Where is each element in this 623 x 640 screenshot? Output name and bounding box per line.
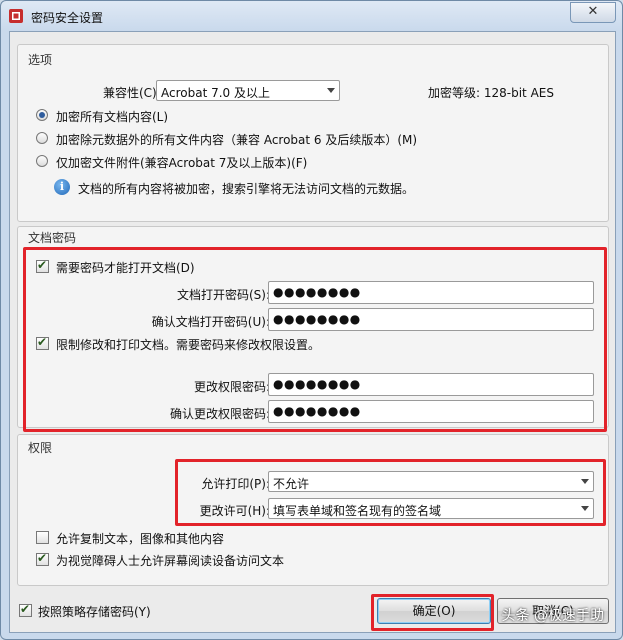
open-password-input[interactable]: ●●●●●●●● (268, 281, 594, 304)
compat-value: Acrobat 7.0 及以上 (161, 86, 270, 100)
radio-encrypt-except-metadata-label[interactable]: 加密除元数据外的所有文件内容（兼容 Acrobat 6 及后续版本）(M) (56, 131, 417, 148)
title-bar[interactable]: 密码安全设置 ✕ (1, 1, 622, 31)
watermark-text: 头条 @极速手助 (501, 608, 604, 624)
info-icon: i (54, 179, 70, 195)
radio-encrypt-all[interactable] (36, 109, 48, 121)
confirm-open-password-value: ●●●●●●●● (273, 312, 361, 326)
info-text: 文档的所有内容将被加密，搜索引擎将无法访问文档的元数据。 (78, 182, 415, 196)
allow-print-label: 允许打印(P): (201, 477, 270, 491)
require-open-password-label[interactable]: 需要密码才能打开文档(D) (56, 259, 195, 276)
confirm-open-password-input[interactable]: ●●●●●●●● (268, 308, 594, 331)
open-password-label: 文档打开密码(S): (176, 288, 270, 302)
radio-encrypt-attachments[interactable] (36, 155, 48, 167)
confirm-perm-password-input[interactable]: ●●●●●●●● (268, 400, 594, 423)
store-password-label[interactable]: 按照策略存储密码(Y) (38, 603, 151, 620)
restrict-edit-label[interactable]: 限制修改和打印文档。需要密码来修改权限设置。 (56, 336, 320, 353)
confirm-open-password-label: 确认文档打开密码(U): (151, 315, 270, 329)
perm-password-input[interactable]: ●●●●●●●● (268, 373, 594, 396)
change-permission-value: 填写表单域和签名现有的签名域 (273, 504, 442, 518)
chevron-down-icon (581, 479, 589, 484)
change-permission-select[interactable]: 填写表单域和签名现有的签名域 (268, 498, 594, 519)
permissions-title: 权限 (28, 441, 53, 455)
allow-copy-label[interactable]: 允许复制文本，图像和其他内容 (56, 530, 224, 547)
dialog-window: 密码安全设置 ✕ 选项 兼容性(C): Acrobat 7.0 及以上 加密等级… (0, 0, 623, 640)
options-title: 选项 (28, 53, 53, 67)
screen-reader-label[interactable]: 为视觉障碍人士允许屏幕阅读设备访问文本 (56, 552, 284, 569)
require-open-password-checkbox[interactable] (36, 258, 49, 273)
open-password-value: ●●●●●●●● (273, 285, 361, 299)
window-title: 密码安全设置 (31, 11, 104, 25)
encrypt-level: 加密等级: 128-bit AES (428, 86, 554, 100)
compat-select[interactable]: Acrobat 7.0 及以上 (156, 80, 340, 101)
confirm-perm-password-label: 确认更改权限密码: (169, 407, 270, 421)
store-password-checkbox[interactable] (19, 602, 32, 617)
perm-password-label: 更改权限密码: (193, 380, 270, 394)
confirm-perm-password-value: ●●●●●●●● (273, 404, 361, 418)
chevron-down-icon (327, 88, 335, 93)
restrict-edit-checkbox[interactable] (36, 335, 49, 350)
allow-print-select[interactable]: 不允许 (268, 471, 594, 492)
permissions-group: 权限 允许打印(P): 不允许 更改许可(H): 填写表单域和签名现有的签名域 … (17, 434, 609, 586)
perm-password-value: ●●●●●●●● (273, 377, 361, 391)
app-icon (9, 9, 23, 23)
radio-encrypt-all-label[interactable]: 加密所有文档内容(L) (56, 108, 168, 125)
radio-encrypt-attachments-label[interactable]: 仅加密文件附件(兼容Acrobat 7及以上版本)(F) (56, 154, 307, 171)
chevron-down-icon (581, 506, 589, 511)
close-icon: ✕ (587, 4, 599, 19)
change-permission-label: 更改许可(H): (199, 504, 270, 518)
allow-print-value: 不允许 (273, 477, 310, 491)
options-group: 选项 兼容性(C): Acrobat 7.0 及以上 加密等级: 128-bit… (17, 44, 609, 222)
close-button[interactable]: ✕ (570, 2, 616, 23)
doc-password-title: 文档密码 (28, 231, 77, 245)
ok-button[interactable]: 确定(O) (377, 598, 491, 624)
screen-reader-checkbox[interactable] (36, 551, 49, 566)
doc-password-group: 文档密码 需要密码才能打开文档(D) 文档打开密码(S): ●●●●●●●● 确… (17, 226, 609, 428)
radio-encrypt-except-metadata[interactable] (36, 132, 48, 144)
allow-copy-checkbox[interactable] (36, 531, 49, 544)
compat-label: 兼容性(C): (103, 86, 161, 100)
dialog-client: 选项 兼容性(C): Acrobat 7.0 及以上 加密等级: 128-bit… (9, 31, 616, 633)
